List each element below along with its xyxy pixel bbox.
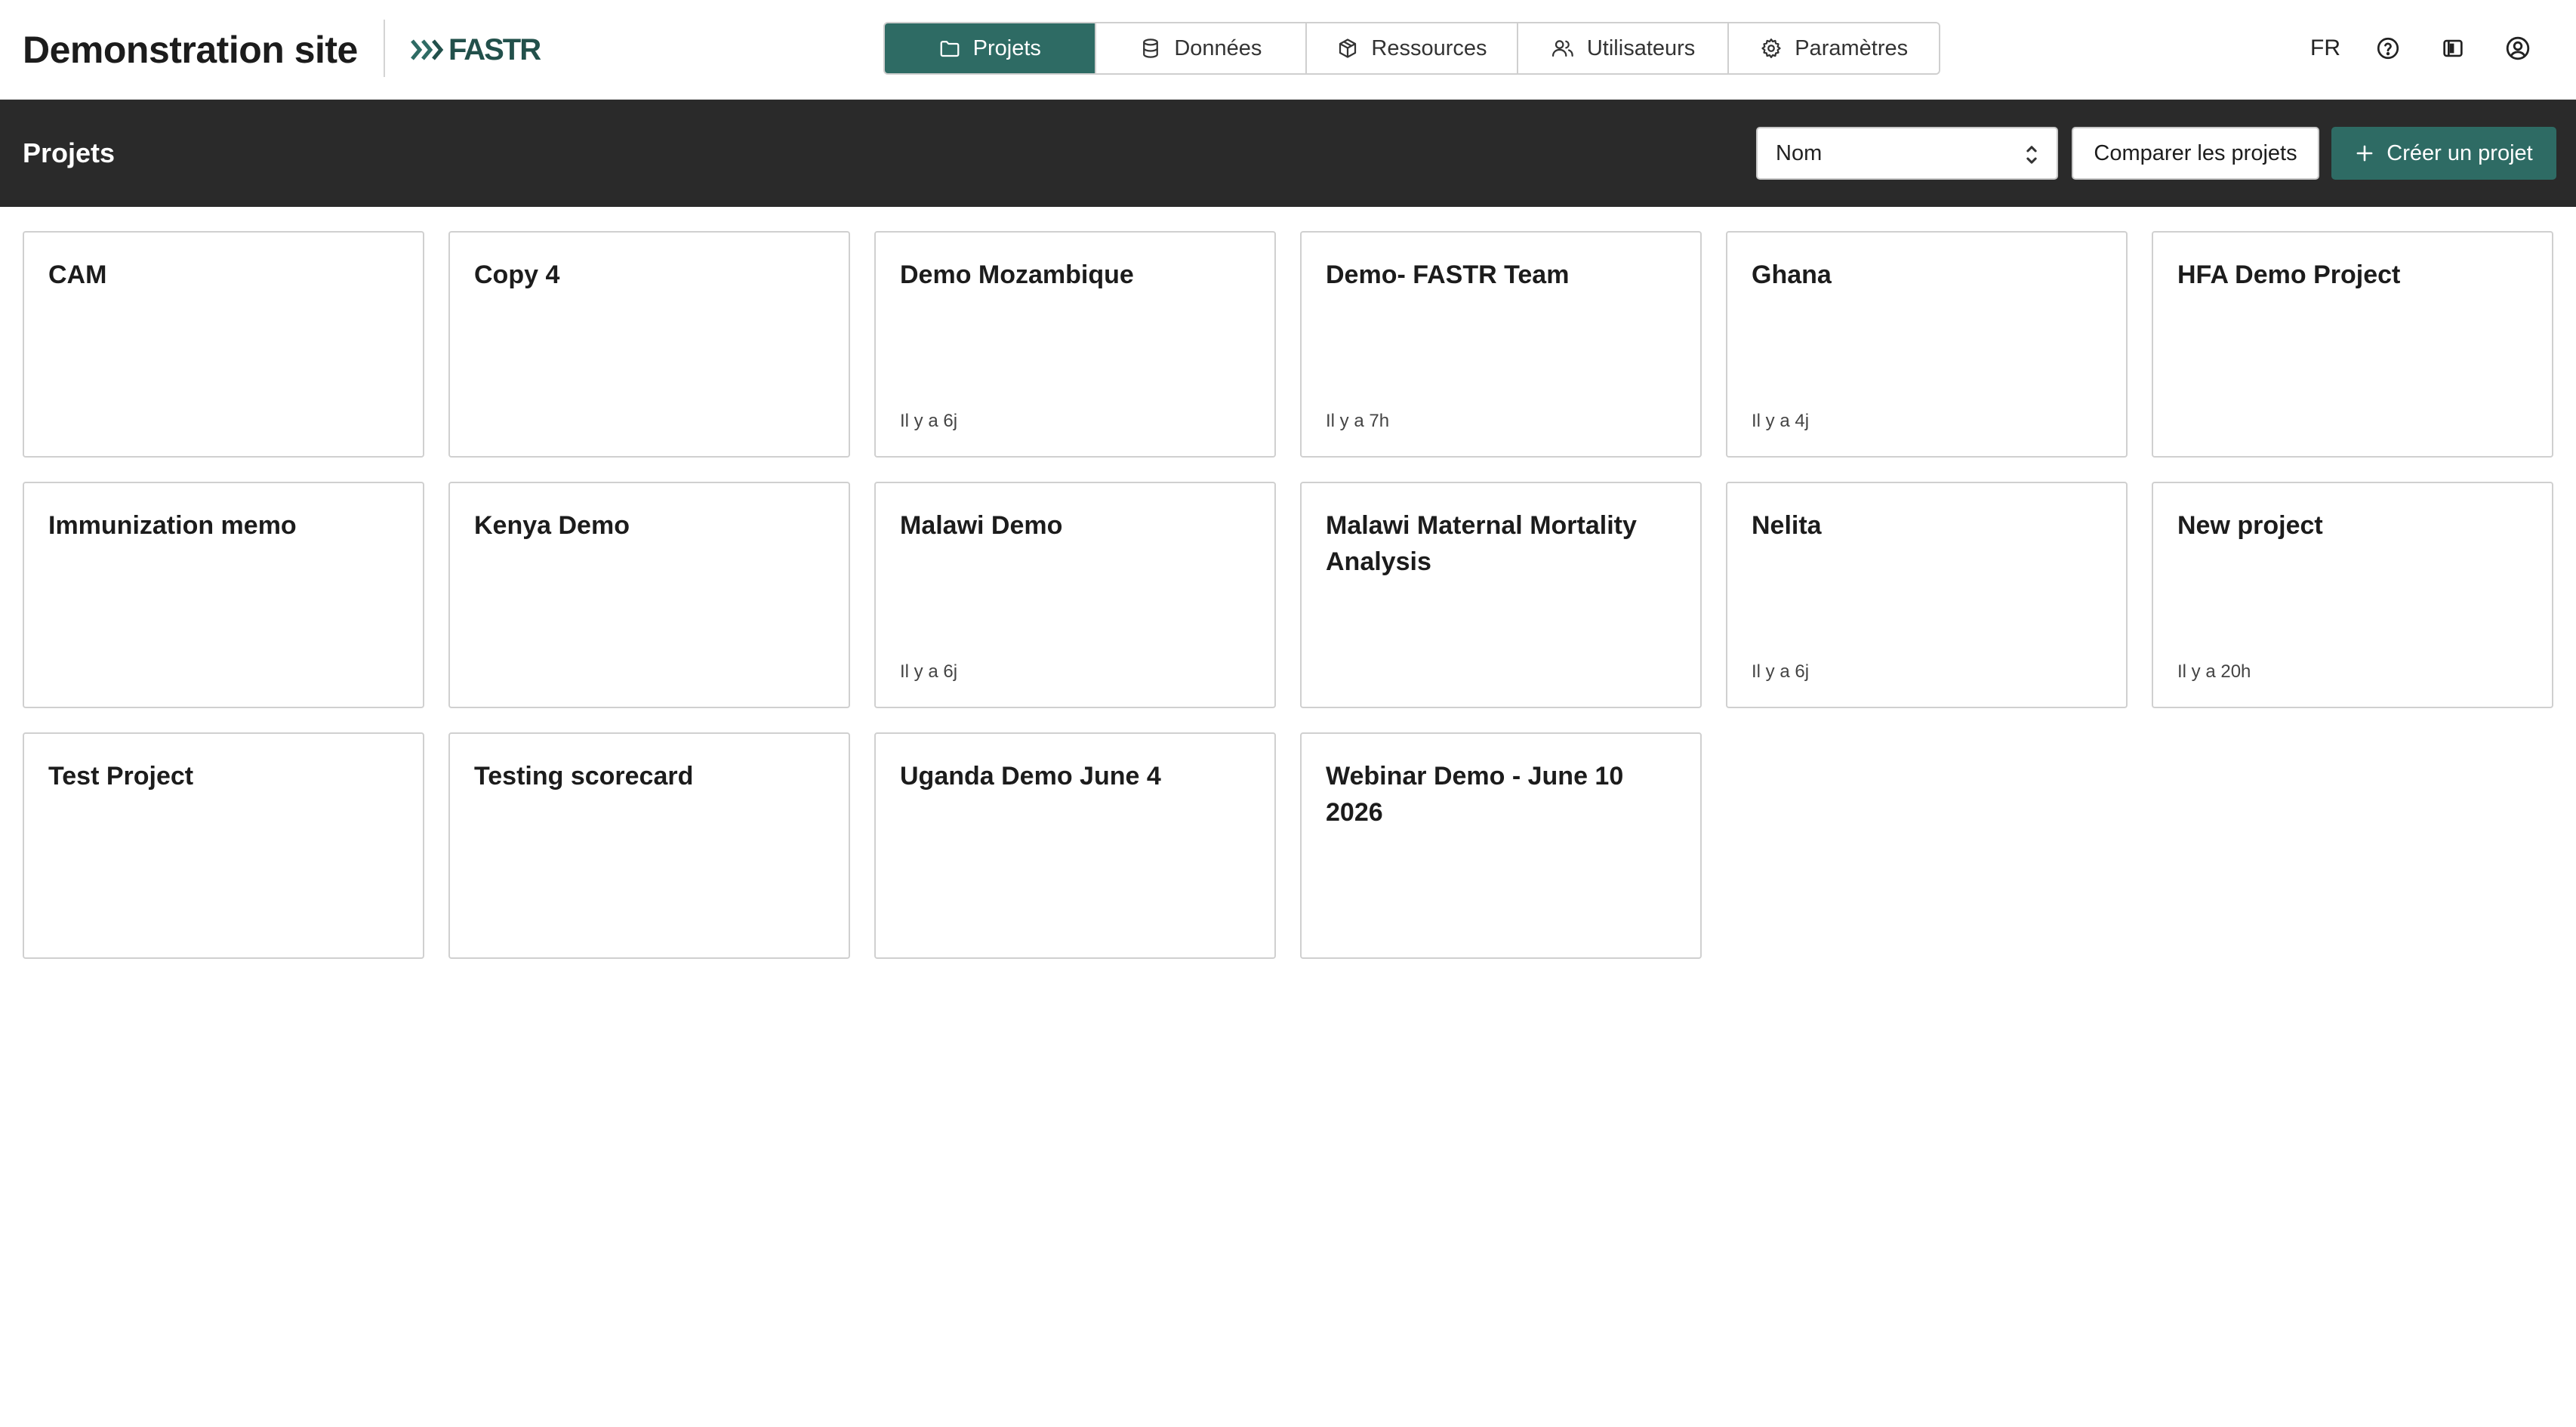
nav-tab-label: Paramètres bbox=[1795, 35, 1909, 60]
account-icon bbox=[2506, 36, 2530, 60]
project-card-updated: Il y a 6j bbox=[1752, 661, 1810, 682]
chevron-up-down-icon bbox=[2026, 146, 2037, 164]
sort-select-value: Nom bbox=[1776, 140, 1823, 165]
project-card[interactable]: CAM bbox=[23, 231, 424, 458]
project-card-updated: Il y a 20h bbox=[2177, 661, 2251, 682]
create-project-button[interactable]: Créer un projet bbox=[2331, 127, 2556, 180]
account-button[interactable] bbox=[2485, 26, 2550, 71]
nav-tab-donnees[interactable]: Données bbox=[1095, 23, 1308, 73]
help-icon bbox=[2377, 37, 2399, 60]
brand-logo[interactable]: FASTR bbox=[411, 30, 541, 69]
nav-tab-label: Données bbox=[1174, 35, 1262, 60]
project-card[interactable]: HFA Demo Project bbox=[2152, 231, 2553, 458]
project-card-title: Testing scorecard bbox=[474, 762, 694, 791]
project-card[interactable]: Testing scorecard bbox=[448, 732, 850, 959]
project-card-title: Test Project bbox=[48, 762, 194, 791]
project-grid: CAM Copy 4 Demo Mozambique Il y a 6j Demo- F… bbox=[23, 231, 2556, 959]
project-card-title: Demo Mozambique bbox=[900, 260, 1134, 289]
project-card[interactable]: Copy 4 bbox=[448, 231, 850, 458]
nav-tab-utilisateurs[interactable]: Utilisateurs bbox=[1518, 23, 1730, 73]
page-title: Projets bbox=[23, 137, 116, 168]
sort-select[interactable]: Nom bbox=[1756, 127, 2058, 180]
project-card[interactable]: Kenya Demo bbox=[448, 482, 850, 708]
nav-tab-label: Utilisateurs bbox=[1586, 35, 1696, 60]
compare-projects-button[interactable]: Comparer les projets bbox=[2072, 127, 2319, 180]
project-card[interactable]: Demo- FASTR Team Il y a 7h bbox=[1300, 231, 1702, 458]
panel-toggle-icon bbox=[2443, 39, 2463, 57]
project-card-updated: Il y a 6j bbox=[900, 661, 958, 682]
project-card-title: Kenya Demo bbox=[474, 511, 630, 540]
create-project-label: Créer un projet bbox=[2386, 140, 2533, 165]
project-card[interactable]: Webinar Demo - June 10 2026 bbox=[1300, 732, 1702, 959]
fastr-chevrons-icon bbox=[411, 39, 444, 60]
top-bar: Demonstration site FASTR Projets Données bbox=[0, 0, 2576, 100]
project-card-title: Copy 4 bbox=[474, 260, 560, 289]
project-card-title: Malawi Demo bbox=[900, 511, 1063, 540]
project-card-updated: Il y a 6j bbox=[900, 411, 958, 431]
project-card[interactable]: New project Il y a 20h bbox=[2152, 482, 2553, 708]
box-icon bbox=[1339, 39, 1357, 58]
project-card[interactable]: Malawi Maternal Mortality Analysis bbox=[1300, 482, 1702, 708]
projects-toolbar: Projets Nom Comparer les projets Créer u… bbox=[0, 100, 2576, 207]
database-icon bbox=[1143, 39, 1159, 58]
project-card[interactable]: Malawi Demo Il y a 6j bbox=[874, 482, 1276, 708]
project-card[interactable]: Demo Mozambique Il y a 6j bbox=[874, 231, 1276, 458]
project-card[interactable]: Ghana Il y a 4j bbox=[1726, 231, 2128, 458]
plus-icon bbox=[2356, 145, 2373, 162]
top-right-controls: FR bbox=[2295, 26, 2550, 71]
project-card-title: Webinar Demo - June 10 2026 bbox=[1326, 762, 1624, 827]
project-card-title: Malawi Maternal Mortality Analysis bbox=[1326, 511, 1637, 576]
project-card-title: CAM bbox=[48, 260, 107, 289]
language-switcher[interactable]: FR bbox=[2295, 35, 2356, 61]
project-card-title: Uganda Demo June 4 bbox=[900, 762, 1161, 791]
title-divider bbox=[384, 20, 385, 77]
project-card-title: Demo- FASTR Team bbox=[1326, 260, 1570, 289]
project-card[interactable]: Uganda Demo June 4 bbox=[874, 732, 1276, 959]
project-card-title: Nelita bbox=[1752, 511, 1822, 540]
project-card-updated: Il y a 7h bbox=[1326, 411, 1390, 431]
help-button[interactable] bbox=[2356, 26, 2420, 71]
users-icon bbox=[1551, 40, 1573, 57]
nav-tab-parametres[interactable]: Paramètres bbox=[1729, 23, 1939, 73]
nav-tab-ressources[interactable]: Ressources bbox=[1307, 23, 1518, 73]
project-card-title: Ghana bbox=[1752, 260, 1832, 289]
nav-tab-projets[interactable]: Projets bbox=[885, 23, 1096, 73]
project-card-title: New project bbox=[2177, 511, 2323, 540]
panel-toggle-button[interactable] bbox=[2420, 26, 2485, 71]
project-card-updated: Il y a 4j bbox=[1752, 411, 1810, 431]
project-card[interactable]: Nelita Il y a 6j bbox=[1726, 482, 2128, 708]
site-title[interactable]: Demonstration site bbox=[23, 23, 358, 77]
project-card-title: Immunization memo bbox=[48, 511, 297, 540]
folder-icon bbox=[940, 41, 960, 57]
gear-icon bbox=[1761, 39, 1781, 58]
nav-tab-label: Ressources bbox=[1371, 35, 1487, 60]
nav-tab-label: Projets bbox=[972, 35, 1041, 60]
project-card-title: HFA Demo Project bbox=[2177, 260, 2401, 289]
brand-text: FASTR bbox=[448, 32, 541, 66]
project-card[interactable]: Immunization memo bbox=[23, 482, 424, 708]
main-nav: Projets Données Ressources Utilisateurs … bbox=[883, 22, 1940, 75]
project-card[interactable]: Test Project bbox=[23, 732, 424, 959]
